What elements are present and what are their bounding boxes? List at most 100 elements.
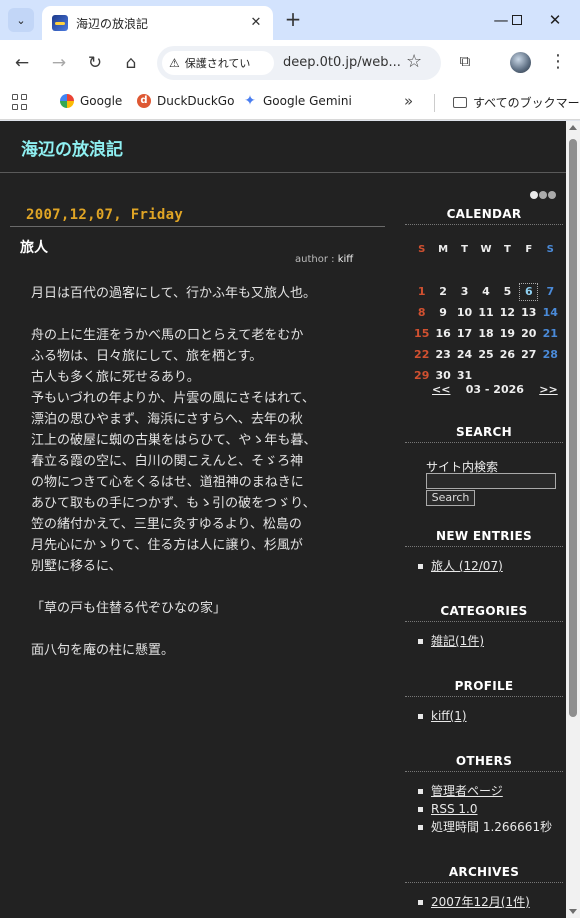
entry-title: 旅人 [20,240,48,256]
google-logo-icon [60,94,74,108]
more-bookmarks-chevron-icon[interactable]: » [404,92,413,110]
calendar-day: 22 [414,348,430,361]
close-tab-icon[interactable]: ✕ [247,14,265,32]
archives-list: 2007年12月(1件) [417,893,530,911]
entry-body-line: 舟の上に生涯をうかべ馬の口とらえて老をむか [31,328,304,343]
bookmark-label: Google Gemini [263,94,352,108]
new-entries-heading: NEW ENTRIES [405,529,563,547]
close-window-icon[interactable]: ✕ [540,6,570,34]
site-title[interactable]: 海辺の放浪記 [21,135,123,160]
calendar-day: 17 [456,327,473,340]
calendar-heading: CALENDAR [405,207,563,225]
profile-list: kiff(1) [417,707,467,725]
calendar-day: 28 [542,348,558,361]
entry-body-line: 笠の緒付かえて、三里に灸すゆるより、松島の [31,517,302,532]
active-tab[interactable]: 海辺の放浪記 ✕ [42,6,273,40]
apps-grid-icon[interactable] [12,94,28,110]
bookmark-google[interactable]: Google [60,94,122,108]
calendar-prev-link[interactable]: << [432,383,450,396]
search-input[interactable] [426,473,556,489]
calendar-today: 6 [518,281,539,302]
calendar-day: 27 [521,348,537,361]
gemini-sparkle-icon: ✦ [244,93,256,109]
profile-link[interactable]: kiff(1) [431,709,467,723]
home-icon[interactable]: ⌂ [119,51,143,75]
calendar-day [411,260,432,281]
author-prefix: author : [295,254,338,265]
back-arrow-icon[interactable]: ← [10,51,34,75]
scroll-up-arrow-icon[interactable] [569,125,577,130]
calendar-weekday: T [503,244,511,255]
reload-icon[interactable]: ↻ [83,51,107,75]
bookmarks-bar: Google d DuckDuckGo ✦ Google Gemini » すべ… [0,86,580,120]
calendar-day: 18 [478,327,494,340]
new-tab-button[interactable]: + [282,8,304,30]
list-item: 処理時間 1.266661秒 [417,818,552,836]
kebab-menu-icon[interactable]: ⋮ [549,50,567,74]
list-item: kiff(1) [417,707,467,725]
maximize-icon[interactable] [495,6,525,34]
url-text[interactable]: deep.0t0.jp/web... [283,55,401,70]
browser-toolbar: ← → ↻ ⌂ ⚠ 保護されてい deep.0t0.jp/web... ☆ ⧉ … [0,40,580,86]
entry-body-line: 「草の戸も住替る代ぞひなの家」 [31,601,227,616]
entry-body-line [31,304,376,325]
calendar-day: 9 [439,306,447,319]
entry-body-line [31,577,376,598]
calendar-day: 21 [542,327,558,340]
security-chip[interactable]: ⚠ 保護されてい [162,51,274,75]
profile-avatar[interactable] [510,52,531,73]
scroll-down-arrow-icon[interactable] [569,909,577,914]
calendar-day: 3 [460,285,469,298]
entry-body-line: 月先心にかゝりて、住る方は人に譲り、杉風が [31,538,303,553]
search-button[interactable]: Search [426,490,475,506]
calendar-weekday: S [418,244,426,255]
calendar-day: 25 [478,348,494,361]
calendar-day [475,260,496,281]
calendar-day: 8 [417,306,426,319]
extensions-puzzle-icon[interactable]: ⧉ [455,52,475,72]
web-page: 海辺の放浪記 2007,12,07, Friday 旅人 author : ki… [0,121,566,918]
bookmark-star-icon[interactable]: ☆ [406,51,422,72]
calendar-day: 14 [542,306,558,319]
address-bar[interactable]: ⚠ 保護されてい deep.0t0.jp/web... ☆ [157,46,441,80]
new-entry-link[interactable]: 旅人 (12/07) [431,559,503,573]
search-heading: SEARCH [405,425,563,443]
bookmark-duckduckgo[interactable]: d DuckDuckGo [137,94,234,108]
site-favicon-icon [52,15,68,31]
all-bookmarks-button[interactable]: すべてのブックマーク [453,94,580,111]
bookmark-google-gemini[interactable]: ✦ Google Gemini [243,94,352,108]
author-link[interactable]: kiff [338,254,353,265]
page-scrollbar[interactable] [566,121,580,918]
entry-body-line: 面八句を庵の柱に懸置。 [31,643,175,658]
style-switcher-dots[interactable] [530,191,556,199]
archive-link[interactable]: 2007年12月(1件) [431,895,530,909]
admin-page-link[interactable]: 管理者ページ [431,784,503,798]
calendar-day: 2 [439,285,447,298]
calendar-weekday: S [546,244,554,255]
calendar-day: 29 [414,369,430,382]
entry-body-line: 古人も多く旅に死せるあり。 [31,370,200,385]
warning-triangle-icon: ⚠ [169,56,180,70]
calendar-day: 19 [499,327,516,340]
entry-divider [10,226,385,227]
rss-link[interactable]: RSS 1.0 [431,802,477,816]
entry-author: author : kiff [295,254,353,265]
list-item: 2007年12月(1件) [417,893,530,911]
archives-heading: ARCHIVES [405,865,563,883]
tab-search-button[interactable]: ⌄ [8,8,34,32]
forward-arrow-icon[interactable]: → [47,51,71,75]
calendar-day: 1 [417,285,426,298]
all-bookmarks-label: すべてのブックマーク [473,96,580,110]
calendar-day: 20 [521,327,537,340]
tab-title: 海辺の放浪記 [76,16,149,31]
calendar-next-link[interactable]: >> [539,383,557,396]
calendar-day: 16 [435,327,451,340]
category-link[interactable]: 雑記(1件) [431,634,484,648]
calendar-day: 11 [478,306,494,319]
entry-body-line [31,619,376,640]
list-item: 旅人 (12/07) [417,557,503,575]
scrollbar-thumb[interactable] [569,139,577,717]
calendar-weekday: W [480,244,492,255]
calendar-day: 26 [499,348,516,361]
entry-body-line: の物につきて心をくるはせ、道祖神のまねきに [31,475,304,490]
